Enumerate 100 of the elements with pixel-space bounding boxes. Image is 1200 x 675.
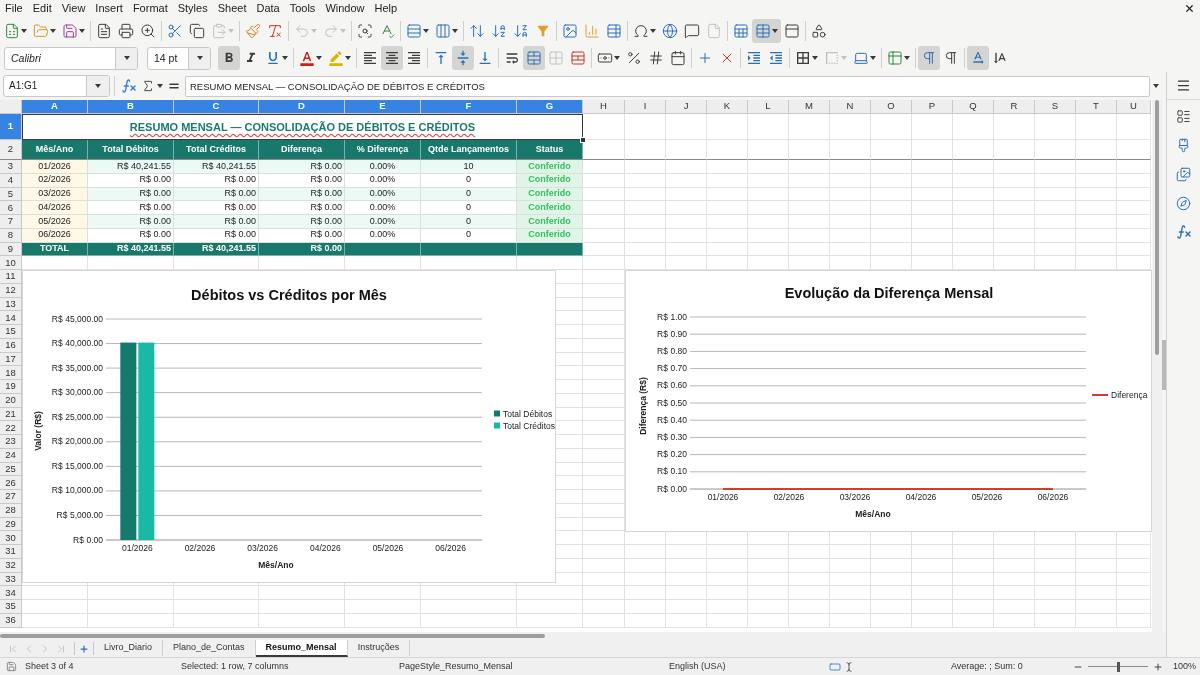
menu-item[interactable]: Format <box>127 0 173 17</box>
menu-item[interactable]: Insert <box>90 0 128 17</box>
currency-symbol: R$ <box>51 460 63 471</box>
scrollbar[interactable] <box>1155 100 1159 355</box>
column-header[interactable]: N <box>830 100 871 114</box>
row-header[interactable]: 11 <box>0 270 22 284</box>
align-middle-button[interactable] <box>452 46 474 70</box>
menu-item[interactable]: Data <box>251 0 285 17</box>
menu-item[interactable]: View <box>56 0 91 17</box>
table-cell: 10 <box>421 160 517 174</box>
row-header[interactable]: 6 <box>0 201 22 215</box>
bold-button[interactable] <box>218 46 240 70</box>
column-header[interactable]: D <box>259 100 345 114</box>
menu-item[interactable]: Sheet <box>212 0 252 17</box>
scrollbar[interactable] <box>0 634 545 638</box>
fill-handle[interactable] <box>580 137 586 143</box>
row-header[interactable]: 19 <box>0 380 22 394</box>
table-cell: 0 <box>421 201 517 215</box>
row-header[interactable]: 26 <box>0 476 22 490</box>
axis-tick-label: 0.00 <box>86 534 103 545</box>
calendar-icon <box>670 50 686 66</box>
row-header[interactable]: 35 <box>0 600 22 614</box>
dropdown-button[interactable] <box>86 76 109 96</box>
row-header[interactable]: 27 <box>0 490 22 504</box>
row-header[interactable]: 14 <box>0 311 22 325</box>
row-header[interactable]: 30 <box>0 531 22 545</box>
row-header[interactable]: 10 <box>0 256 22 270</box>
column-header[interactable]: B <box>88 100 174 114</box>
axis-tick-label: 1.00 <box>670 311 687 322</box>
caret-icon <box>50 28 56 33</box>
zoom-slider[interactable] <box>1088 661 1148 672</box>
grid-cell <box>1035 114 1076 140</box>
column-header[interactable]: J <box>666 100 707 114</box>
font-name-field[interactable]: Calibri <box>4 46 138 70</box>
column-header[interactable]: P <box>912 100 953 114</box>
caret-icon <box>196 56 203 60</box>
grid-cell <box>1076 545 1117 559</box>
column-header[interactable]: I <box>625 100 666 114</box>
menu-item[interactable]: Help <box>369 0 403 17</box>
selection-info: Selected: 1 row, 7 columns <box>181 660 289 671</box>
font-size-field[interactable]: 14 pt <box>147 46 211 70</box>
column-header[interactable]: F <box>421 100 517 114</box>
row-header[interactable]: 2 <box>0 140 22 160</box>
row-header[interactable]: 15 <box>0 325 22 339</box>
menu-item[interactable]: Styles <box>172 0 213 17</box>
grid-cell <box>994 215 1035 229</box>
row-header[interactable]: 31 <box>0 545 22 559</box>
formula-input[interactable]: RESUMO MENSAL — CONSOLIDAÇÃO DE DÉBITOS E CRÉDITOS <box>185 75 1150 97</box>
split-cells-icon <box>570 50 586 66</box>
grid-cell <box>912 160 953 174</box>
menu-item[interactable]: Tools <box>284 0 321 17</box>
column-header[interactable]: Q <box>953 100 994 114</box>
left-to-right-button[interactable] <box>918 46 940 70</box>
column-header[interactable]: L <box>748 100 789 114</box>
menu-item[interactable]: File <box>0 0 28 17</box>
dropdown-button[interactable] <box>115 47 137 69</box>
column-header[interactable]: A <box>22 100 88 114</box>
column-header[interactable]: K <box>707 100 748 114</box>
caret-icon <box>311 28 317 33</box>
column-header[interactable]: M <box>789 100 830 114</box>
grid-cell <box>625 600 666 614</box>
caret-icon <box>95 84 101 88</box>
caret-icon <box>772 28 778 33</box>
column-header[interactable]: T <box>1076 100 1117 114</box>
underline-icon <box>265 50 281 66</box>
merge-center-button[interactable] <box>523 46 545 70</box>
row-header[interactable]: 22 <box>0 421 22 435</box>
name-box[interactable]: A1:G1 <box>3 75 110 97</box>
table-cell: R$ 0.00 <box>174 215 259 229</box>
pilcrow-icon <box>943 50 959 66</box>
menu-item[interactable]: Window <box>320 0 370 17</box>
column-header[interactable]: O <box>871 100 912 114</box>
dropdown-button[interactable] <box>188 47 210 69</box>
row-header[interactable]: 7 <box>0 215 22 229</box>
row-header[interactable]: 3 <box>0 160 22 174</box>
align-center-button[interactable] <box>381 46 403 70</box>
sort-icon <box>469 22 485 39</box>
column-header[interactable]: S <box>1035 100 1076 114</box>
grid-cell <box>748 140 789 160</box>
sidebar-handle[interactable] <box>1162 340 1166 390</box>
column-header[interactable]: E <box>345 100 421 114</box>
column-header[interactable]: U <box>1117 100 1151 114</box>
sheet-tab[interactable]: Resumo_Mensal <box>255 640 348 657</box>
column-header[interactable]: C <box>174 100 259 114</box>
column-header[interactable]: R <box>994 100 1035 114</box>
text-direction-button[interactable] <box>967 46 989 70</box>
column-header[interactable]: G <box>517 100 583 114</box>
row-header[interactable]: 1 <box>0 114 22 140</box>
column-header[interactable]: H <box>583 100 625 114</box>
menu-item[interactable]: Edit <box>27 0 57 17</box>
freeze-button[interactable] <box>752 18 781 43</box>
row-header[interactable]: 34 <box>0 586 22 600</box>
function-icon <box>121 78 137 94</box>
grid-cell <box>625 114 666 140</box>
pilcrow-icon <box>921 50 937 66</box>
caret-icon <box>21 28 27 33</box>
slider-thumb[interactable] <box>1117 661 1120 672</box>
row-header[interactable]: 18 <box>0 366 22 380</box>
row-header[interactable]: 23 <box>0 435 22 449</box>
currency-symbol: R$ <box>657 345 668 356</box>
